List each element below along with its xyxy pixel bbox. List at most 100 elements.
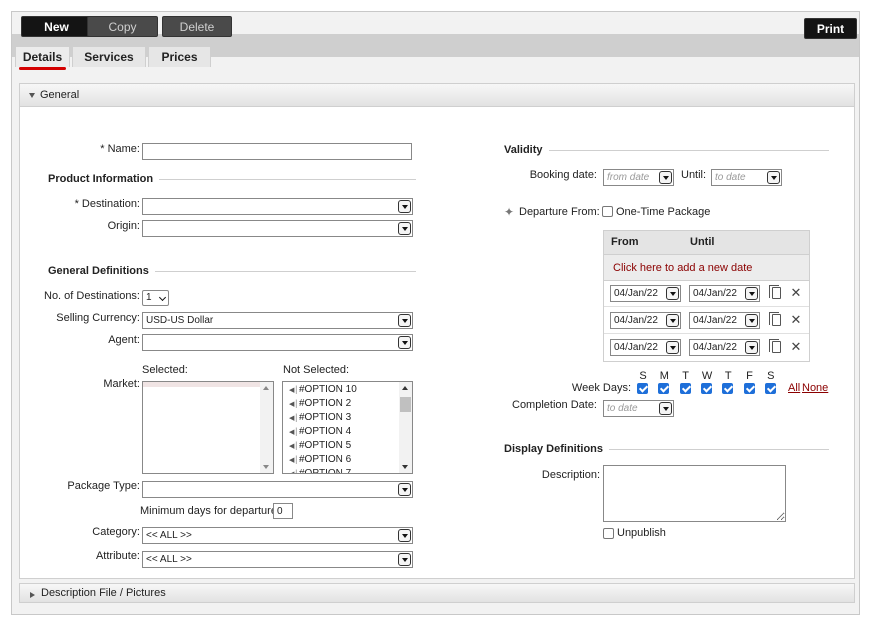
option-move-icon: ◀│ bbox=[289, 415, 299, 422]
market-option[interactable]: ◀│#OPTION 4 bbox=[289, 425, 351, 439]
market-selected-list[interactable] bbox=[142, 381, 274, 474]
copy-icon[interactable] bbox=[769, 312, 781, 326]
scroll-up-icon[interactable] bbox=[402, 386, 408, 390]
copy-icon[interactable] bbox=[769, 285, 781, 299]
print-button[interactable]: Print bbox=[804, 18, 857, 39]
tab-prices[interactable]: Prices bbox=[148, 46, 211, 67]
date-until-select[interactable]: 04/Jan/22 bbox=[689, 285, 760, 302]
description-file-panel-header[interactable]: Description File / Pictures bbox=[19, 583, 855, 603]
product-info-title: Product Information bbox=[48, 173, 160, 185]
delete-icon[interactable]: ✕ bbox=[790, 340, 802, 353]
origin-label: Origin: bbox=[107, 220, 140, 232]
not-selected-list-scrollbar[interactable] bbox=[399, 382, 412, 473]
date-dropdown-icon[interactable] bbox=[745, 341, 758, 354]
scroll-down-icon[interactable] bbox=[402, 465, 408, 469]
market-option[interactable]: ◀│#OPTION 5 bbox=[289, 439, 351, 453]
delete-icon[interactable]: ✕ bbox=[790, 286, 802, 299]
weekday-checkbox[interactable] bbox=[700, 383, 712, 394]
to-date-placeholder: to date bbox=[715, 172, 746, 183]
new-button[interactable]: New bbox=[21, 16, 92, 37]
category-dropdown-icon[interactable] bbox=[398, 529, 411, 542]
select-all-days-link[interactable]: All bbox=[788, 382, 800, 394]
selling-currency-label: Selling Currency: bbox=[56, 312, 140, 324]
market-option-label: #OPTION 10 bbox=[299, 384, 357, 395]
date-dropdown-icon[interactable] bbox=[745, 314, 758, 327]
weekday-checkbox[interactable] bbox=[679, 383, 691, 394]
destination-select[interactable] bbox=[142, 198, 413, 215]
package-type-label: Package Type: bbox=[67, 480, 140, 492]
date-until-select[interactable]: 04/Jan/22 bbox=[689, 312, 760, 329]
option-move-icon: ◀│ bbox=[289, 387, 299, 394]
selling-currency-select[interactable]: USD-US Dollar bbox=[142, 312, 413, 329]
name-input[interactable] bbox=[142, 143, 412, 160]
min-days-input[interactable]: 0 bbox=[273, 503, 293, 519]
completion-date-dropdown-icon[interactable] bbox=[659, 402, 672, 415]
date-from-select[interactable]: 04/Jan/22 bbox=[610, 312, 681, 329]
num-destinations-select[interactable]: 1 bbox=[142, 290, 169, 306]
scroll-thumb[interactable] bbox=[400, 397, 411, 412]
origin-dropdown-icon[interactable] bbox=[398, 222, 411, 235]
attribute-dropdown-icon[interactable] bbox=[398, 553, 411, 566]
date-from-select[interactable]: 04/Jan/22 bbox=[610, 339, 681, 356]
weekday-checkbox[interactable] bbox=[764, 383, 776, 394]
date-dropdown-icon[interactable] bbox=[745, 287, 758, 300]
weekday-checkbox[interactable] bbox=[637, 383, 648, 394]
market-option[interactable]: ◀│#OPTION 2 bbox=[289, 397, 351, 411]
unpublish-checkbox[interactable] bbox=[603, 528, 614, 539]
agent-select[interactable] bbox=[142, 334, 413, 351]
one-time-package-checkbox[interactable] bbox=[602, 206, 613, 217]
date-dropdown-icon[interactable] bbox=[666, 314, 679, 327]
delete-button[interactable]: Delete bbox=[162, 16, 232, 37]
agent-dropdown-icon[interactable] bbox=[398, 336, 411, 349]
agent-label: Agent: bbox=[108, 334, 140, 346]
date-until-select-value: 04/Jan/22 bbox=[693, 288, 737, 299]
package-type-dropdown-icon[interactable] bbox=[398, 483, 411, 496]
booking-to-date[interactable]: to date bbox=[711, 169, 782, 186]
attribute-select[interactable]: << ALL >> bbox=[142, 551, 413, 568]
delete-icon[interactable]: ✕ bbox=[790, 313, 802, 326]
market-option[interactable]: ◀│#OPTION 7 bbox=[289, 467, 351, 473]
min-days-label: Minimum days for departure bbox=[140, 505, 277, 517]
market-option[interactable]: ◀│#OPTION 6 bbox=[289, 453, 351, 467]
date-dropdown-icon[interactable] bbox=[666, 341, 679, 354]
tab-details[interactable]: Details bbox=[15, 46, 70, 70]
completion-date-input[interactable]: to date bbox=[603, 400, 674, 417]
to-date-dropdown-icon[interactable] bbox=[767, 171, 780, 184]
scroll-up-icon[interactable] bbox=[263, 386, 269, 390]
destination-dropdown-icon[interactable] bbox=[398, 200, 411, 213]
weekday-checkbox[interactable] bbox=[722, 383, 734, 394]
date-from-select-value: 04/Jan/22 bbox=[614, 288, 658, 299]
date-dropdown-icon[interactable] bbox=[666, 287, 679, 300]
market-option-label: #OPTION 6 bbox=[299, 454, 352, 465]
weekday-checkbox[interactable] bbox=[658, 383, 670, 394]
collapse-triangle-icon bbox=[29, 93, 35, 98]
market-not-selected-list[interactable]: ◀│#OPTION 10 ◀│#OPTION 2 ◀│#OPTION 3 ◀│#OPT… bbox=[282, 381, 413, 474]
date-until-select[interactable]: 04/Jan/22 bbox=[689, 339, 760, 356]
week-days-label: Week Days: bbox=[571, 382, 631, 394]
expand-triangle-icon bbox=[30, 592, 35, 598]
date-from-select[interactable]: 04/Jan/22 bbox=[610, 285, 681, 302]
option-move-icon: ◀│ bbox=[289, 429, 299, 436]
select-none-days-link[interactable]: None bbox=[802, 382, 828, 394]
description-textarea[interactable] bbox=[603, 465, 786, 522]
copy-button[interactable]: Copy bbox=[87, 16, 158, 37]
date-until-select-value: 04/Jan/22 bbox=[693, 315, 737, 326]
weekday-checkbox[interactable] bbox=[743, 383, 755, 394]
booking-from-date[interactable]: from date bbox=[603, 169, 674, 186]
departure-dates-grid: From Until Click here to add a new date … bbox=[603, 230, 810, 362]
category-select[interactable]: << ALL >> bbox=[142, 527, 413, 544]
general-panel-header[interactable]: General bbox=[20, 84, 854, 107]
copy-icon[interactable] bbox=[769, 339, 781, 353]
option-move-icon: ◀│ bbox=[289, 457, 299, 464]
add-date-link[interactable]: Click here to add a new date bbox=[604, 255, 809, 281]
tab-services[interactable]: Services bbox=[72, 46, 146, 67]
option-move-icon: ◀│ bbox=[289, 401, 299, 408]
selected-list-scrollbar[interactable] bbox=[260, 382, 273, 473]
market-option[interactable]: ◀│#OPTION 10 bbox=[289, 383, 357, 397]
market-option[interactable]: ◀│#OPTION 3 bbox=[289, 411, 351, 425]
package-type-select[interactable] bbox=[142, 481, 413, 498]
from-date-dropdown-icon[interactable] bbox=[659, 171, 672, 184]
scroll-down-icon[interactable] bbox=[263, 465, 269, 469]
origin-select[interactable] bbox=[142, 220, 413, 237]
selling-currency-dropdown-icon[interactable] bbox=[398, 314, 411, 327]
